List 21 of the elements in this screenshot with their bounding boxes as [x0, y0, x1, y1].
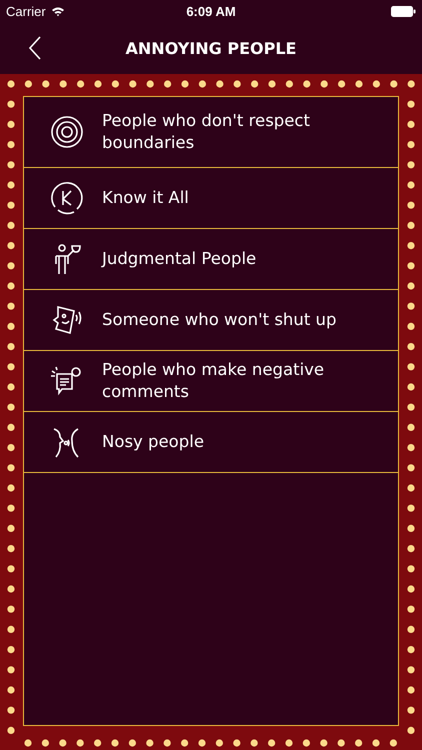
list-item[interactable]: Know it All: [24, 168, 398, 229]
back-icon: [28, 36, 42, 60]
list-item[interactable]: People who make negative comments: [24, 351, 398, 412]
item-label: People who make negative comments: [102, 359, 326, 403]
target-icon: [50, 115, 84, 149]
item-label: Judgmental People: [102, 248, 256, 270]
list-item[interactable]: Judgmental People: [24, 229, 398, 290]
list-item[interactable]: Someone who won't shut up: [24, 290, 398, 351]
list-item[interactable]: People who don't respect boundaries: [24, 97, 398, 168]
carrier-label: Carrier: [6, 4, 46, 18]
item-label: Someone who won't shut up: [102, 309, 336, 331]
item-label: Nosy people: [102, 431, 204, 453]
list-item[interactable]: Nosy people: [24, 412, 398, 473]
talking-face-icon: [50, 303, 84, 337]
screen-title: ANNOYING PEOPLE: [126, 38, 296, 58]
item-label: Know it All: [102, 187, 189, 209]
battery-icon: [391, 6, 416, 16]
item-label: People who don't respect boundaries: [102, 110, 311, 154]
status-time: 6:09 AM: [186, 4, 236, 18]
letter-circle-icon: [50, 181, 84, 215]
wifi-icon: [50, 6, 65, 16]
